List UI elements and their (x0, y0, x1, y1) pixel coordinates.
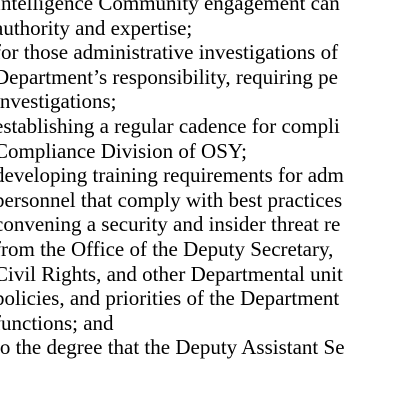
document-line: Department’s responsibility, requiring p… (0, 64, 338, 89)
document-page: Intelligence Community engagement can au… (0, 0, 400, 400)
document-line: to the degree that the Deputy Assistant … (0, 335, 345, 360)
document-line: Compliance Division of OSY; (0, 138, 247, 163)
document-line: investigations; (0, 89, 117, 114)
document-line: convening a security and insider threat … (0, 212, 341, 237)
document-line: personnel that comply with best practice… (0, 187, 343, 212)
document-line: Intelligence Community engagement can (0, 0, 340, 15)
document-line: for those administrative investigations … (0, 40, 339, 65)
document-line: authority and expertise; (0, 15, 193, 40)
document-line: policies, and priorities of the Departme… (0, 286, 340, 311)
document-line: from the Office of the Deputy Secretary, (0, 236, 334, 261)
document-line: developing training requirements for adm (0, 163, 344, 188)
document-line: functions; and (0, 310, 114, 335)
document-line: Civil Rights, and other Departmental uni… (0, 261, 343, 286)
document-body: Intelligence Community engagement can au… (0, 0, 400, 360)
document-line: establishing a regular cadence for compl… (0, 113, 340, 138)
